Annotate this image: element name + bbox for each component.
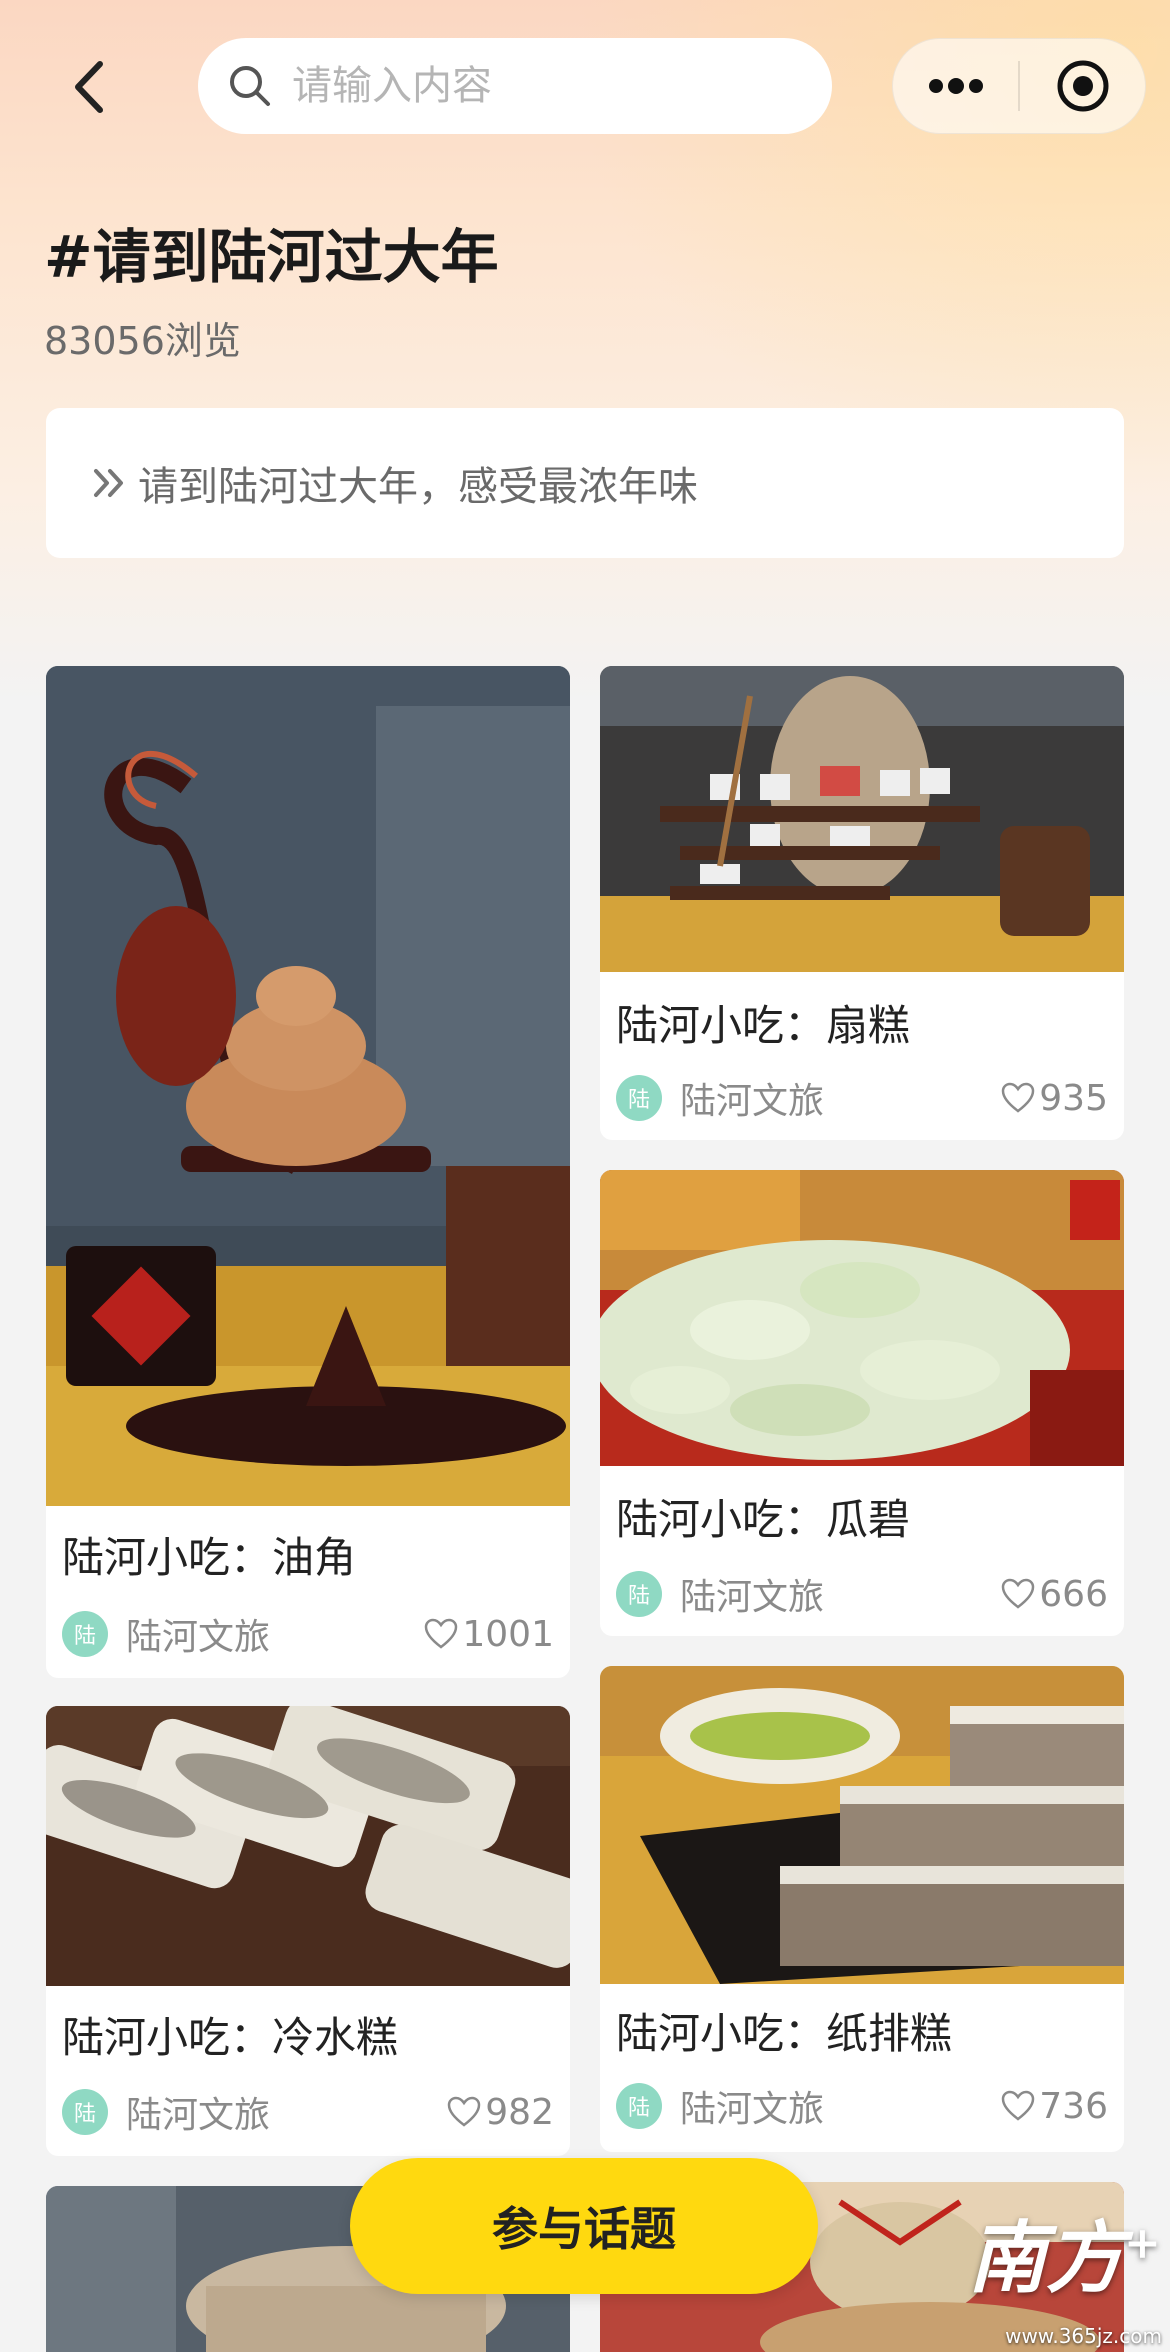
view-count: 83056浏览 [44, 319, 241, 363]
more-dots-icon [928, 78, 983, 94]
post-photo [600, 1666, 1124, 1984]
topic-summary-text: 请到陆河过大年，感受最浓年味 [138, 464, 698, 510]
post-title: 陆河小吃：纸排糕 [616, 2009, 953, 2058]
heart-icon [425, 1618, 458, 1649]
like-count: 666 [1039, 1573, 1108, 1615]
like-button[interactable]: 736 [1001, 2086, 1108, 2127]
post-meta: 陆 陆河文旅 935 [616, 1072, 1108, 1124]
double-chevron-right-icon [94, 469, 123, 497]
author-avatar[interactable]: 陆 [616, 1571, 662, 1617]
author-name[interactable]: 陆河文旅 [126, 1608, 270, 1660]
author-avatar[interactable]: 陆 [616, 1075, 662, 1121]
post-meta: 陆 陆河文旅 982 [62, 2086, 554, 2138]
author-avatar[interactable]: 陆 [62, 2089, 108, 2135]
like-count: 935 [1039, 1077, 1108, 1119]
post-title: 陆河小吃：扇糕 [616, 1001, 911, 1050]
like-count: 982 [485, 2091, 554, 2133]
heart-icon [1002, 2090, 1035, 2121]
post-meta: 陆 陆河文旅 1001 [62, 1608, 554, 1660]
logo-plus: + [1124, 2218, 1161, 2269]
like-count: 1001 [462, 1613, 554, 1655]
post-photo [46, 1706, 570, 1986]
author-avatar[interactable]: 陆 [616, 2083, 662, 2129]
watermark: www.365jz.com [1005, 2324, 1162, 2348]
author-avatar[interactable]: 陆 [62, 1611, 108, 1657]
post-meta: 陆 陆河文旅 736 [616, 2080, 1108, 2132]
post-photo [46, 666, 570, 1506]
post-photo [600, 666, 1124, 972]
nanfang-plus-logo: 南方+ [968, 2196, 1161, 2308]
post-card-guabi[interactable]: 陆河小吃：瓜碧 陆 陆河文旅 666 [600, 1170, 1124, 1636]
post-photo [600, 1170, 1124, 1466]
post-card-zhipaigao[interactable]: 陆河小吃：纸排糕 陆 陆河文旅 736 [600, 1666, 1124, 2152]
logo-text: 南方 [968, 2213, 1125, 2304]
like-button[interactable]: 1001 [424, 1614, 554, 1655]
close-miniprogram-button[interactable] [1020, 38, 1145, 134]
author-name[interactable]: 陆河文旅 [126, 2086, 270, 2138]
author-name[interactable]: 陆河文旅 [680, 1072, 824, 1124]
post-card-lengshuigao[interactable]: 陆河小吃：冷水糕 陆 陆河文旅 982 [46, 1706, 570, 2156]
like-count: 736 [1039, 2085, 1108, 2127]
post-title: 陆河小吃：冷水糕 [62, 2013, 399, 2062]
chevron-left-icon [75, 61, 103, 113]
back-button[interactable] [60, 52, 120, 122]
like-button[interactable]: 982 [447, 2092, 554, 2133]
target-close-icon [1057, 60, 1108, 112]
author-name[interactable]: 陆河文旅 [680, 1568, 824, 1620]
more-button[interactable] [893, 38, 1018, 134]
topic-summary[interactable]: 请到陆河过大年，感受最浓年味 [46, 408, 1124, 558]
search-input[interactable] [290, 62, 794, 110]
post-title: 陆河小吃：油角 [62, 1533, 357, 1582]
post-title: 陆河小吃：瓜碧 [616, 1495, 911, 1544]
post-card-youjiao[interactable]: 陆河小吃：油角 陆 陆河文旅 1001 [46, 666, 570, 1678]
post-card-shangao[interactable]: 陆河小吃：扇糕 陆 陆河文旅 935 [600, 666, 1124, 1140]
author-name[interactable]: 陆河文旅 [680, 2080, 824, 2132]
mini-program-capsule [892, 38, 1146, 134]
search-bar[interactable] [198, 38, 832, 134]
topic-title: #请到陆河过大年 [44, 223, 499, 291]
heart-icon [1002, 1082, 1035, 1113]
like-button[interactable]: 666 [1001, 1574, 1108, 1615]
join-topic-button[interactable]: 参与话题 [350, 2158, 818, 2294]
heart-icon [448, 2096, 481, 2127]
heart-icon [1002, 1578, 1035, 1609]
like-button[interactable]: 935 [1001, 1078, 1108, 1119]
search-icon [230, 66, 270, 106]
post-meta: 陆 陆河文旅 666 [616, 1568, 1108, 1620]
